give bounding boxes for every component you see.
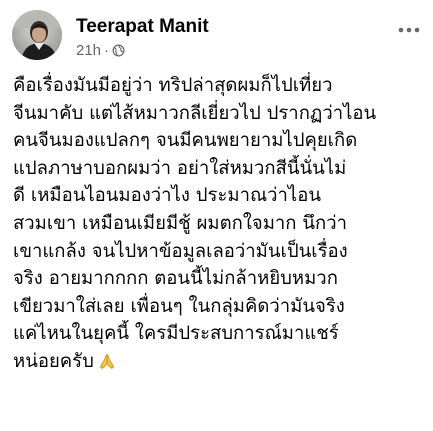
post-text-last-line: หน่อยครับ — [13, 348, 423, 376]
post-meta: 21h · — [76, 42, 125, 59]
post-text-line: หน่อยครับ — [13, 350, 94, 372]
post-text-line: ดี เหมือนไอนมองว่าไง ประมาณว่าไอน — [13, 185, 321, 207]
post-header: Teerapat Manit 21h · — [12, 10, 422, 64]
post-text-line: เขาแกล้ง จนไปหาข้อมูลเลอว่ามันเป็นเรื่อง — [13, 240, 348, 262]
post-text-line: คือเรื่องมันมีอยู่ว่า ทริปล่าสุดผมก็ไปเท… — [13, 75, 333, 96]
globe-icon[interactable] — [112, 44, 125, 57]
post-text-line: จีนมาคับ แต่ไส้หมาวกลีเยี่ยวไป ปรากฏว่าไ… — [13, 102, 377, 124]
more-options-icon[interactable] — [396, 20, 422, 40]
post-time[interactable]: 21h — [76, 42, 101, 59]
avatar[interactable] — [12, 10, 62, 60]
avatar-image — [12, 10, 62, 60]
post-body: คือเรื่องมันมีอยู่ว่า ทริปล่าสุดผมก็ไปเท… — [13, 72, 423, 376]
post-text-line: จริง อายมากกกก ตอนนี้ไม่กล้าหยิบหมวก — [13, 268, 338, 290]
post-text-line: เขียวมาใส่เลย เพื่อนๆ ในกลุ่มคิดว่ามันจร… — [13, 295, 345, 317]
post-text-line: แปลภาษาบอกผมว่า อย่าใส่หมวกสีนี้นั่นไม่ — [13, 157, 347, 179]
post-text-line: แค่ไหนในยุคนี้ ใครมีประสบการณ์มาแชร์ — [13, 323, 339, 345]
post-text-line: คนจีนมองแปลกๆ จนมีคนพยายามไปคุยเกิด — [13, 130, 358, 152]
author-name[interactable]: Teerapat Manit — [76, 16, 209, 38]
facebook-post: Teerapat Manit 21h · คือเรื่องมันมีอยู่ว… — [0, 0, 433, 431]
post-text-line: สวมเขา เหมือนเมียมีชู้ ผมตกใจมาก นึกว่า — [13, 212, 347, 234]
meta-separator: · — [104, 42, 110, 59]
folded-hands-icon — [98, 351, 116, 370]
